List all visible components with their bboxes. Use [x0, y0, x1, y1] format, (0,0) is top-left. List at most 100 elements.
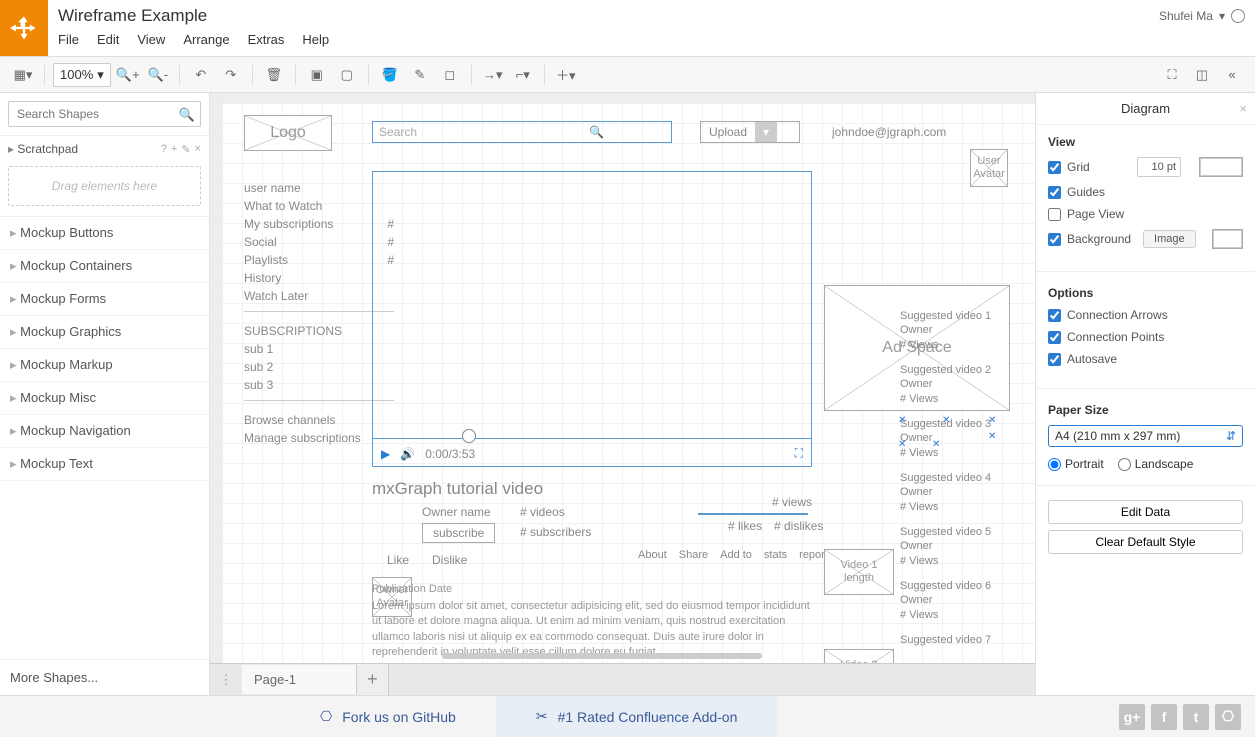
wf-logo[interactable]: Logo [244, 115, 332, 151]
redo-icon[interactable]: ↷ [218, 62, 244, 88]
to-front-icon[interactable]: ▣ [304, 62, 330, 88]
zoom-in-icon[interactable]: 🔍+ [115, 62, 141, 88]
format-panel: Diagram× View Grid10 pt Guides Page View… [1035, 93, 1255, 695]
clear-style-button[interactable]: Clear Default Style [1048, 530, 1243, 554]
wf-suggested-thumb[interactable]: Video 2length [824, 649, 894, 663]
github-icon: ⎔ [320, 708, 332, 725]
shape-category[interactable]: Mockup Text [0, 448, 209, 481]
menu-extras[interactable]: Extras [248, 32, 285, 47]
shape-category[interactable]: Mockup Graphics [0, 316, 209, 349]
selection-handle[interactable]: ✕ [898, 439, 906, 450]
canvas[interactable]: Logo Search🔍 Upload▾ johndoe@jgraph.com … [210, 93, 1035, 663]
user-name[interactable]: Shufei Ma [1159, 9, 1213, 23]
gplus-icon[interactable]: g+ [1119, 704, 1145, 730]
zoom-select[interactable]: 100%▾ [53, 63, 111, 87]
scratchpad-add-icon[interactable]: + [171, 143, 177, 156]
shadow-icon[interactable]: ◻ [437, 62, 463, 88]
conn-points-checkbox[interactable] [1048, 331, 1061, 344]
footer: ⎔ Fork us on GitHub ✂ #1 Rated Confluenc… [0, 695, 1255, 737]
shape-category[interactable]: Mockup Forms [0, 283, 209, 316]
add-icon[interactable]: ＋▾ [553, 62, 579, 88]
fill-icon[interactable]: 🪣 [377, 62, 403, 88]
scratchpad-dropzone[interactable]: Drag elements here [8, 166, 201, 206]
chevron-down-icon[interactable]: ▾ [1219, 9, 1225, 23]
menu-file[interactable]: File [58, 32, 79, 47]
page-tab-1[interactable]: Page-1 [242, 665, 357, 694]
selection-handle[interactable]: ✕ [988, 431, 996, 442]
landscape-radio[interactable] [1118, 458, 1131, 471]
portrait-radio[interactable] [1048, 458, 1061, 471]
tab-menu-icon[interactable]: ⋮ [210, 672, 242, 688]
paper-size-select[interactable]: A4 (210 mm x 297 mm)⇵ [1048, 425, 1243, 447]
shape-category[interactable]: Mockup Navigation [0, 415, 209, 448]
app-logo[interactable] [0, 0, 48, 56]
scratchpad-title[interactable]: Scratchpad [8, 142, 78, 156]
menu-view[interactable]: View [137, 32, 165, 47]
grid-color-swatch[interactable] [1199, 157, 1243, 177]
wf-user-avatar[interactable]: UserAvatar [970, 149, 1008, 187]
wf-upload[interactable]: Upload▾ [700, 121, 800, 143]
undo-icon[interactable]: ↶ [188, 62, 214, 88]
wf-suggested-meta: Suggested video 7 [900, 633, 991, 647]
bg-color-swatch[interactable] [1212, 229, 1243, 249]
shape-category[interactable]: Mockup Buttons [0, 217, 209, 250]
view-mode-button[interactable]: ▦▾ [10, 62, 36, 88]
more-shapes-button[interactable]: More Shapes... [0, 659, 209, 695]
wf-suggested-meta: Suggested video 4Owner# Views [900, 471, 991, 514]
bg-image-button[interactable]: Image [1143, 230, 1196, 248]
wf-video-player[interactable]: ▶ 🔊 0:00/3:53 ⛶ [372, 171, 812, 467]
autosave-checkbox[interactable] [1048, 353, 1061, 366]
panel-title: Diagram [1121, 101, 1170, 116]
connection-icon[interactable]: →▾ [480, 62, 506, 88]
background-checkbox[interactable] [1048, 233, 1061, 246]
selection-handle[interactable]: ✕ [942, 415, 950, 426]
waypoint-icon[interactable]: ⌐▾ [510, 62, 536, 88]
shape-category[interactable]: Mockup Misc [0, 382, 209, 415]
grid-size-input[interactable]: 10 pt [1137, 157, 1181, 177]
wf-video-time: 0:00/3:53 [425, 447, 475, 461]
menu-help[interactable]: Help [302, 32, 329, 47]
guides-checkbox[interactable] [1048, 186, 1061, 199]
github-link[interactable]: ⎔ Fork us on GitHub [280, 696, 496, 737]
scratchpad-edit-icon[interactable]: ✎ [181, 143, 190, 156]
scratchpad-close-icon[interactable]: × [195, 143, 201, 156]
menu-edit[interactable]: Edit [97, 32, 119, 47]
scrollbar-thumb[interactable] [442, 653, 762, 659]
volume-icon[interactable]: 🔊 [400, 447, 415, 461]
edit-data-button[interactable]: Edit Data [1048, 500, 1243, 524]
play-icon[interactable]: ▶ [381, 447, 390, 461]
scratchpad-help-icon[interactable]: ? [161, 143, 167, 156]
document-title[interactable]: Wireframe Example [58, 6, 207, 26]
grid-checkbox[interactable] [1048, 161, 1061, 174]
line-color-icon[interactable]: ✎ [407, 62, 433, 88]
close-icon[interactable]: × [1239, 101, 1247, 116]
format-panel-icon[interactable]: ◫ [1189, 62, 1215, 88]
wf-subscribe-button[interactable]: subscribe [422, 523, 495, 543]
to-back-icon[interactable]: ▢ [334, 62, 360, 88]
delete-icon[interactable]: 🗑 [261, 62, 287, 88]
shape-category[interactable]: Mockup Markup [0, 349, 209, 382]
pageview-checkbox[interactable] [1048, 208, 1061, 221]
zoom-out-icon[interactable]: 🔍- [145, 62, 171, 88]
expand-icon[interactable]: ⛶ [795, 446, 803, 461]
wf-suggested-thumb[interactable]: Video 1length [824, 549, 894, 595]
selection-handle[interactable]: ✕ [932, 439, 940, 450]
conn-arrows-checkbox[interactable] [1048, 309, 1061, 322]
globe-icon[interactable] [1231, 9, 1245, 23]
shape-category[interactable]: Mockup Containers [0, 250, 209, 283]
wf-search[interactable]: Search🔍 [372, 121, 672, 143]
collapse-icon[interactable]: « [1219, 62, 1245, 88]
search-icon[interactable]: 🔍 [179, 107, 195, 123]
facebook-icon[interactable]: f [1151, 704, 1177, 730]
twitter-icon[interactable]: t [1183, 704, 1209, 730]
selection-handle[interactable]: ✕ [988, 415, 996, 426]
fullscreen-icon[interactable]: ⛶ [1159, 62, 1185, 88]
app-header: Wireframe Example Shufei Ma ▾ File Edit … [0, 0, 1255, 57]
confluence-link[interactable]: ✂ #1 Rated Confluence Add-on [496, 696, 778, 737]
github-social-icon[interactable]: ⎔ [1215, 704, 1241, 730]
add-page-button[interactable]: + [357, 664, 389, 696]
menu-arrange[interactable]: Arrange [183, 32, 229, 47]
selection-handle[interactable]: ✕ [898, 415, 906, 426]
wf-scrubber[interactable] [462, 429, 476, 443]
search-shapes-input[interactable] [8, 101, 201, 127]
